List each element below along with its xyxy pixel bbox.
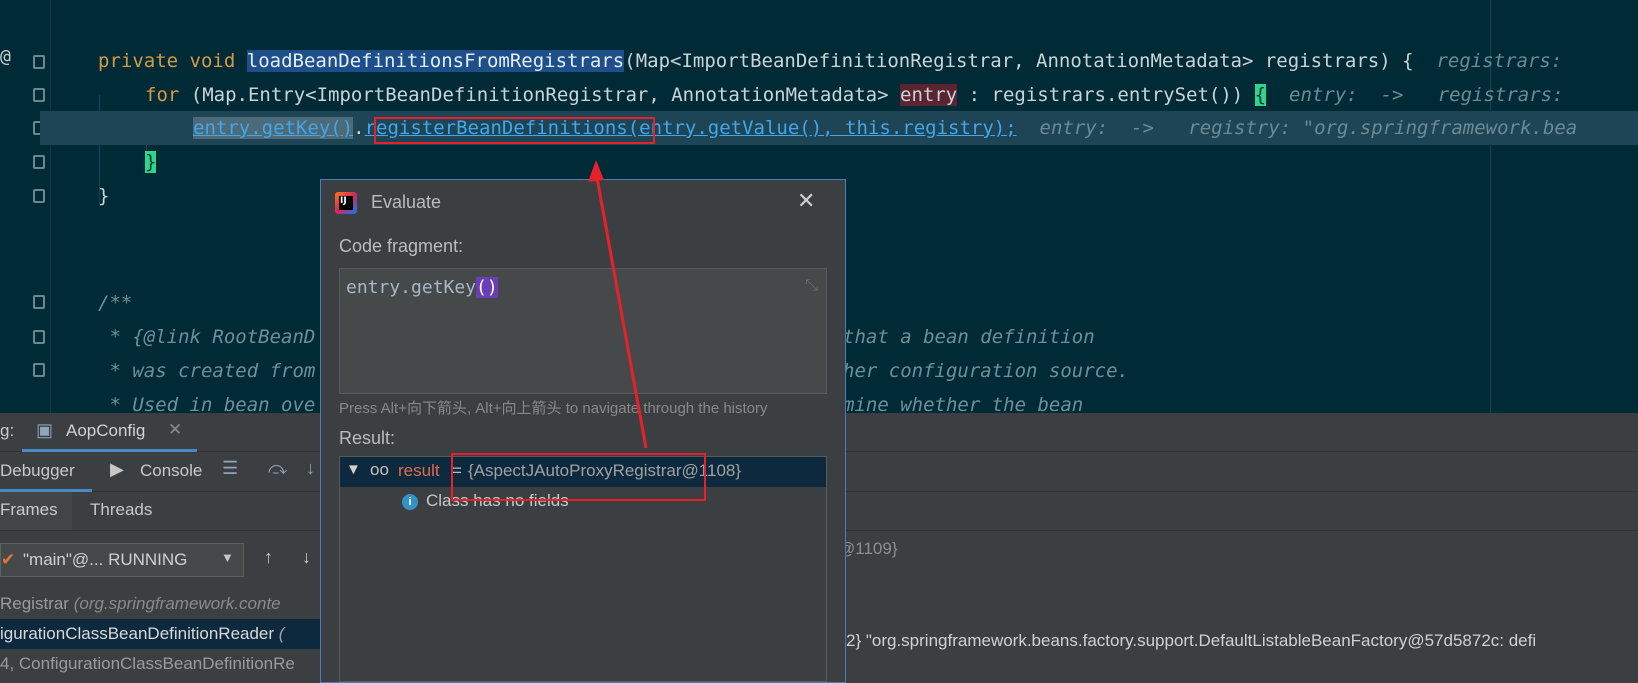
thread-selector[interactable]: ✔ "main"@... RUNNING ▼ bbox=[0, 543, 244, 577]
comment-line: * Used in bean ove bbox=[98, 394, 316, 413]
getkey-call[interactable]: entry.getKey() bbox=[193, 117, 354, 139]
keyword: private bbox=[98, 50, 179, 72]
loop-variable[interactable]: entry bbox=[900, 84, 958, 106]
code-line-method-signature[interactable]: private void loadBeanDefinitionsFromRegi… bbox=[98, 44, 1562, 78]
arrow-up-icon[interactable]: ↑ bbox=[264, 547, 273, 568]
frame-method: Registrar bbox=[0, 594, 69, 613]
code-line-close-method: } bbox=[98, 179, 109, 213]
expand-arrow-icon[interactable]: ▼ bbox=[346, 461, 361, 478]
editor-gutter: @ bbox=[0, 0, 51, 413]
code-fragment-input[interactable]: entry.getKey() ⤡ bbox=[339, 268, 827, 394]
evaluate-dialog[interactable]: IJ Evaluate ✕ Code fragment: entry.getKe… bbox=[320, 179, 846, 683]
run-tab-aopconfig[interactable]: AopConfig bbox=[66, 421, 145, 441]
close-tab-icon[interactable]: ✕ bbox=[168, 420, 182, 440]
loop-source: : registrars.entrySet()) bbox=[968, 84, 1244, 106]
frame-package: ( bbox=[278, 624, 285, 643]
frame-package: (org.springframework.conte bbox=[73, 594, 281, 613]
fold-icon[interactable] bbox=[33, 295, 45, 309]
comment-line: * was created from bbox=[98, 360, 316, 382]
inline-debug-hint: registry: "org.springframework.bea bbox=[1188, 117, 1578, 139]
debug-prefix: g: bbox=[0, 421, 15, 440]
loop-type: (Map.Entry<ImportBeanDefinitionRegistrar… bbox=[190, 84, 889, 106]
method-name[interactable]: loadBeanDefinitionsFromRegistrars bbox=[246, 50, 625, 72]
step-over-icon[interactable]: ⤼ bbox=[268, 458, 287, 479]
watch-glasses-icon: oo bbox=[370, 460, 389, 479]
brace: } bbox=[98, 185, 110, 207]
inline-debug-hint: registrars: bbox=[1436, 50, 1563, 72]
close-icon[interactable]: ✕ bbox=[797, 188, 815, 214]
tab-debugger[interactable]: Debugger bbox=[0, 461, 75, 481]
code-line-close-for: } bbox=[145, 145, 157, 179]
intellij-logo-icon: IJ bbox=[335, 192, 357, 214]
paren-highlight: () bbox=[476, 277, 498, 298]
comment-line: * {@link RootBeanD bbox=[98, 326, 316, 348]
info-icon: i bbox=[402, 494, 418, 510]
result-value: {AspectJAutoProxyRegistrar@1108} bbox=[468, 461, 742, 480]
frame-method: igurationClassBeanDefinitionReader bbox=[0, 624, 275, 643]
comment-line: /** bbox=[98, 292, 133, 314]
tab-console[interactable]: Console bbox=[140, 461, 202, 481]
comment-line: that a bean definition bbox=[843, 326, 1095, 348]
frame-row[interactable]: 4, ConfigurationClassBeanDefinitionRe bbox=[0, 649, 330, 679]
dot: . bbox=[353, 117, 365, 139]
fold-icon[interactable] bbox=[33, 330, 45, 344]
code-line-register-call[interactable]: entry.getKey().registerBeanDefinitions(e… bbox=[193, 111, 1577, 145]
variable-value[interactable]: @1109} bbox=[838, 539, 898, 559]
result-name: result bbox=[398, 461, 440, 480]
code-line-for-loop[interactable]: for (Map.Entry<ImportBeanDefinitionRegis… bbox=[145, 78, 1564, 112]
arrow-down-icon[interactable]: ↓ bbox=[302, 547, 311, 568]
comment-line: mine whether the bean bbox=[843, 394, 1084, 413]
register-call[interactable]: registerBeanDefinitions bbox=[365, 117, 628, 139]
variable-value[interactable]: 2} "org.springframework.beans.factory.su… bbox=[846, 631, 1536, 651]
code-fragment-text: entry.getKey() bbox=[346, 277, 498, 298]
method-params: (Map<ImportBeanDefinitionRegistrar, Anno… bbox=[624, 50, 1414, 72]
dialog-title: Evaluate bbox=[371, 192, 442, 212]
keyword: void bbox=[189, 50, 236, 72]
inline-debug-hint: entry: -> bbox=[1289, 84, 1404, 106]
no-fields-message: Class has no fields bbox=[426, 491, 569, 510]
frame-row-selected[interactable]: igurationClassBeanDefinitionReader ( bbox=[0, 619, 330, 649]
result-label: Result: bbox=[339, 428, 396, 448]
comment-line: her configuration source. bbox=[843, 360, 1129, 382]
code-text: entry.getKey bbox=[346, 277, 477, 298]
collapse-icon[interactable]: ⤡ bbox=[805, 275, 818, 295]
inline-debug-hint: entry: -> bbox=[1039, 117, 1154, 139]
code-fragment-label: Code fragment: bbox=[339, 236, 464, 256]
keyword: for bbox=[145, 84, 180, 106]
tab-threads[interactable]: Threads bbox=[90, 500, 152, 520]
console-icon: ▶ bbox=[110, 459, 124, 479]
brace-match: { bbox=[1254, 84, 1267, 106]
run-config-icon: ▣ bbox=[36, 420, 54, 440]
thread-selector-value: "main"@... RUNNING bbox=[23, 550, 188, 569]
override-marker[interactable]: @ bbox=[0, 46, 11, 67]
result-tree[interactable]: ▼ oo result = {AspectJAutoProxyRegistrar… bbox=[339, 456, 827, 682]
check-icon: ✔ bbox=[1, 550, 16, 569]
result-equals: = bbox=[452, 461, 462, 480]
dialog-title-bar[interactable]: IJ Evaluate ✕ bbox=[321, 180, 845, 224]
fold-icon[interactable] bbox=[33, 189, 45, 203]
menu-lines-icon[interactable]: ☰ bbox=[222, 458, 238, 479]
fold-icon[interactable] bbox=[33, 155, 45, 169]
fold-icon[interactable] bbox=[33, 363, 45, 377]
fold-icon[interactable] bbox=[33, 55, 45, 69]
call-args[interactable]: (entry.getValue(), this.registry); bbox=[628, 117, 1017, 139]
history-hint: Press Alt+向下箭头, Alt+向上箭头 to navigate thr… bbox=[339, 400, 768, 417]
frame-method: 4, ConfigurationClassBeanDefinitionRe bbox=[0, 654, 295, 673]
step-into-icon[interactable]: ↓ bbox=[306, 458, 315, 479]
frame-row[interactable]: Registrar (org.springframework.conte bbox=[0, 589, 330, 619]
chevron-down-icon: ▼ bbox=[221, 550, 234, 565]
frames-tab-bg bbox=[0, 492, 72, 530]
brace-match: } bbox=[145, 151, 157, 173]
inline-debug-hint: registrars: bbox=[1437, 84, 1564, 106]
result-row[interactable]: ▼ oo result = {AspectJAutoProxyRegistrar… bbox=[340, 457, 826, 487]
fold-icon[interactable] bbox=[33, 88, 45, 102]
